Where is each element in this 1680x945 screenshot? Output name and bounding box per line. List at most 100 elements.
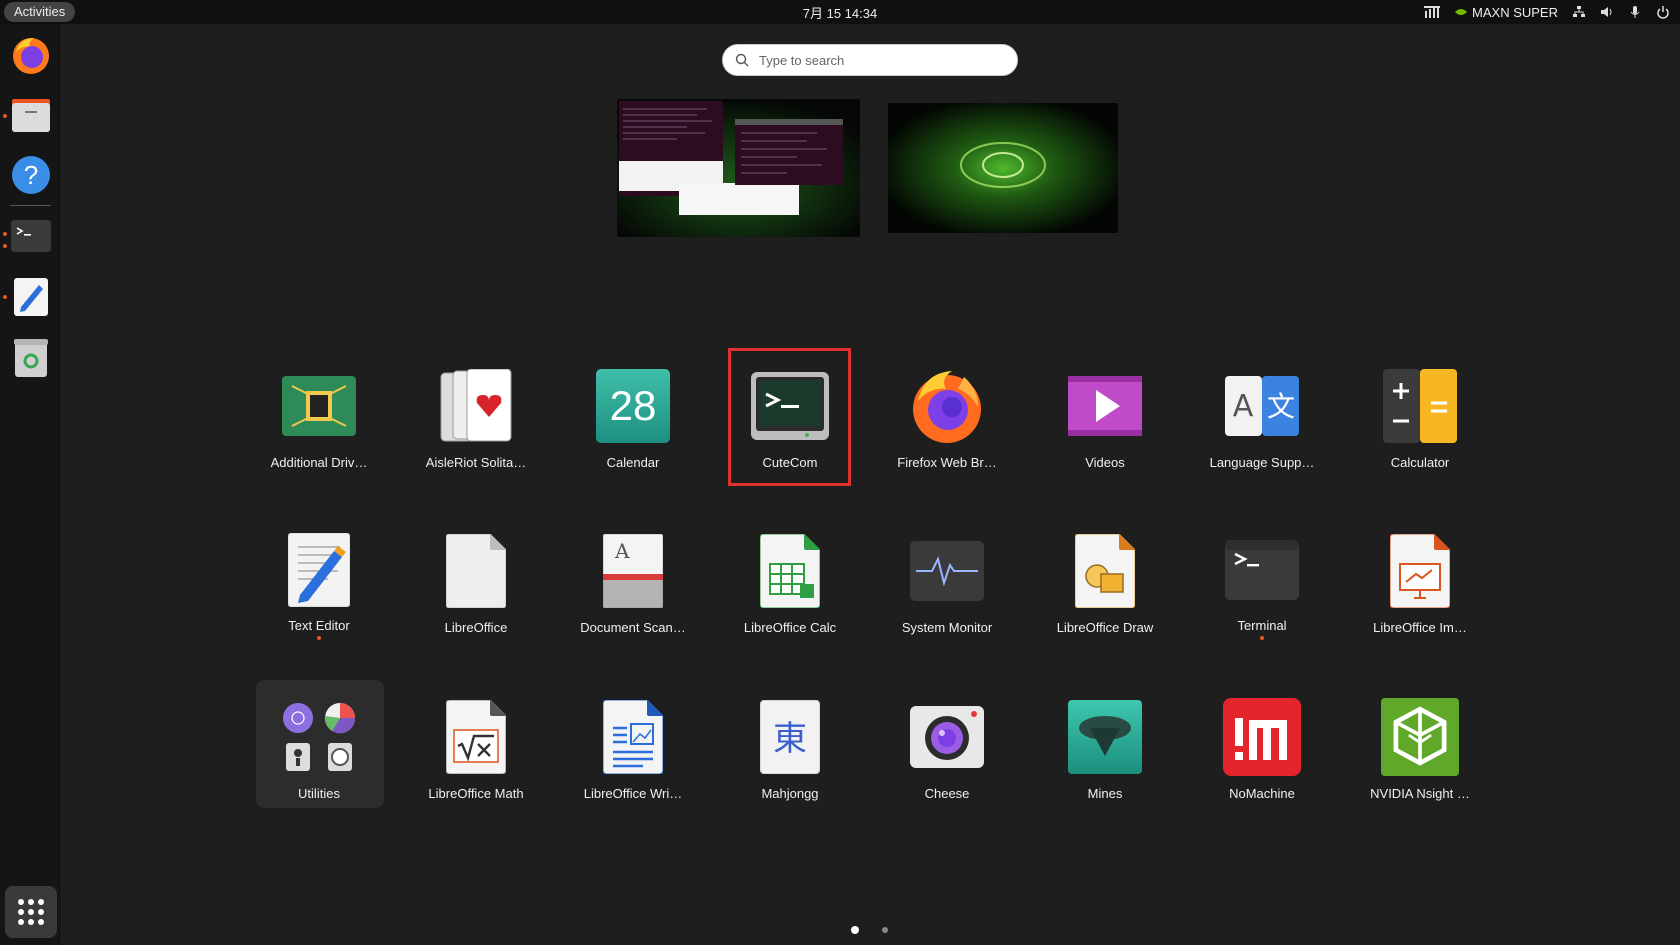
app-libreoffice-math[interactable]: LibreOffice Math: [401, 676, 551, 806]
help-icon: ?: [12, 156, 50, 194]
play-icon: [1068, 376, 1142, 436]
spreadsheet-icon: [760, 534, 820, 608]
language-icon: A文: [1225, 376, 1299, 436]
search-input[interactable]: [757, 51, 1001, 69]
app-system-monitor[interactable]: System Monitor: [872, 510, 1022, 640]
app-label: Cheese: [924, 786, 970, 801]
app-label: Calendar: [606, 455, 660, 470]
app-nvidia-nsight[interactable]: NVIDIA Nsight …: [1345, 676, 1495, 806]
app-label: CuteCom: [762, 455, 818, 470]
scanner-icon: A: [603, 534, 663, 608]
workspace-thumbnail-2[interactable]: [888, 103, 1118, 233]
app-aisleriot[interactable]: AisleRiot Solita…: [401, 345, 551, 475]
app-videos[interactable]: Videos: [1030, 345, 1180, 475]
cards-icon: [440, 369, 512, 442]
dock-help[interactable]: ?: [8, 152, 54, 198]
workspace-thumbnail-1[interactable]: [617, 99, 860, 237]
activities-button[interactable]: Activities: [4, 2, 76, 22]
text-editor-icon: [288, 533, 350, 608]
network-icon[interactable]: [1572, 5, 1586, 19]
dock-firefox[interactable]: [8, 32, 54, 78]
firefox-icon: [13, 38, 49, 74]
app-label: LibreOffice Wri…: [583, 786, 683, 801]
app-label: AisleRiot Solita…: [425, 455, 527, 470]
app-firefox[interactable]: Firefox Web Br…: [872, 345, 1022, 475]
power-mode-indicator[interactable]: MAXN SUPER: [1454, 5, 1558, 20]
app-label: Mines: [1087, 786, 1123, 801]
impress-icon: [1390, 534, 1450, 608]
chip-icon: [282, 376, 356, 436]
app-label: System Monitor: [901, 620, 993, 635]
dock: ?: [0, 24, 62, 945]
system-monitor-icon: [910, 541, 984, 601]
app-label: Document Scan…: [580, 620, 686, 635]
language-glyph-left: A: [1233, 389, 1254, 424]
language-glyph-right: 文: [1267, 390, 1295, 423]
app-calculator[interactable]: Calculator: [1345, 345, 1495, 475]
indicator-icon[interactable]: [1424, 5, 1441, 19]
page-indicator-1[interactable]: [851, 926, 859, 934]
workspace-preview: [617, 99, 860, 237]
show-apps-button[interactable]: [5, 886, 57, 938]
app-label: LibreOffice: [444, 620, 508, 635]
app-label: Language Supp…: [1209, 455, 1315, 470]
app-mahjongg[interactable]: 東 Mahjongg: [715, 676, 865, 806]
app-label: Videos: [1085, 455, 1125, 470]
app-label: Utilities: [298, 786, 340, 801]
dock-text-editor[interactable]: [8, 274, 54, 320]
mines-icon: [1068, 700, 1142, 774]
app-text-editor[interactable]: Text Editor: [244, 510, 394, 640]
app-label: Additional Driv…: [270, 455, 368, 470]
svg-text:?: ?: [24, 160, 38, 190]
calendar-day: 28: [610, 382, 657, 429]
calendar-icon: 28: [596, 369, 670, 443]
power-mode-label: MAXN SUPER: [1472, 4, 1558, 20]
terminal-icon: [11, 220, 51, 252]
mahjongg-icon: 東: [760, 700, 820, 774]
dock-separator: [10, 205, 51, 206]
top-bar: Activities 7月 15 14:34 MAXN SUPER: [0, 0, 1680, 24]
libreoffice-icon: [446, 534, 506, 608]
app-label: Firefox Web Br…: [897, 455, 997, 470]
app-language-support[interactable]: A文 Language Supp…: [1187, 345, 1337, 475]
app-libreoffice[interactable]: LibreOffice: [401, 510, 551, 640]
volume-icon[interactable]: [1600, 5, 1614, 19]
app-document-scanner[interactable]: A Document Scan…: [558, 510, 708, 640]
folder-icon: [12, 99, 50, 132]
search-icon: [735, 53, 749, 67]
power-icon[interactable]: [1656, 5, 1670, 19]
app-libreoffice-impress[interactable]: LibreOffice Im…: [1345, 510, 1495, 640]
app-mines[interactable]: Mines: [1030, 676, 1180, 806]
app-additional-drivers[interactable]: Additional Driv…: [244, 345, 394, 475]
firefox-icon: [913, 371, 981, 443]
dock-terminal[interactable]: [8, 213, 54, 259]
writer-icon: [603, 700, 663, 774]
app-libreoffice-writer[interactable]: LibreOffice Wri…: [558, 676, 708, 806]
app-libreoffice-calc[interactable]: LibreOffice Calc: [715, 510, 865, 640]
microphone-icon[interactable]: [1628, 5, 1642, 19]
app-label: Calculator: [1390, 455, 1450, 470]
text-editor-icon: [14, 278, 48, 316]
draw-icon: [1075, 534, 1135, 608]
app-libreoffice-draw[interactable]: LibreOffice Draw: [1030, 510, 1180, 640]
dock-running-indicator: [3, 232, 7, 236]
app-label: Mahjongg: [761, 786, 819, 801]
app-label: LibreOffice Im…: [1373, 620, 1467, 635]
app-nomachine[interactable]: NoMachine: [1187, 676, 1337, 806]
dock-files[interactable]: [8, 92, 54, 138]
folder-icon: [283, 703, 356, 771]
app-terminal[interactable]: Terminal: [1187, 510, 1337, 640]
page-indicator-2[interactable]: [882, 927, 888, 933]
app-calendar[interactable]: 28 Calendar: [558, 345, 708, 475]
search-box[interactable]: [722, 44, 1018, 76]
clock-label[interactable]: 7月 15 14:34: [803, 6, 877, 21]
app-cutecom[interactable]: CuteCom: [715, 345, 865, 475]
app-cheese[interactable]: Cheese: [872, 676, 1022, 806]
cutecom-icon: [751, 372, 829, 440]
app-label: LibreOffice Calc: [743, 620, 837, 635]
app-utilities-folder[interactable]: Utilities: [244, 676, 394, 806]
app-label: NVIDIA Nsight …: [1370, 786, 1470, 801]
nsight-icon: [1381, 698, 1459, 776]
dock-trash[interactable]: [8, 335, 54, 381]
app-label: LibreOffice Draw: [1056, 620, 1154, 635]
